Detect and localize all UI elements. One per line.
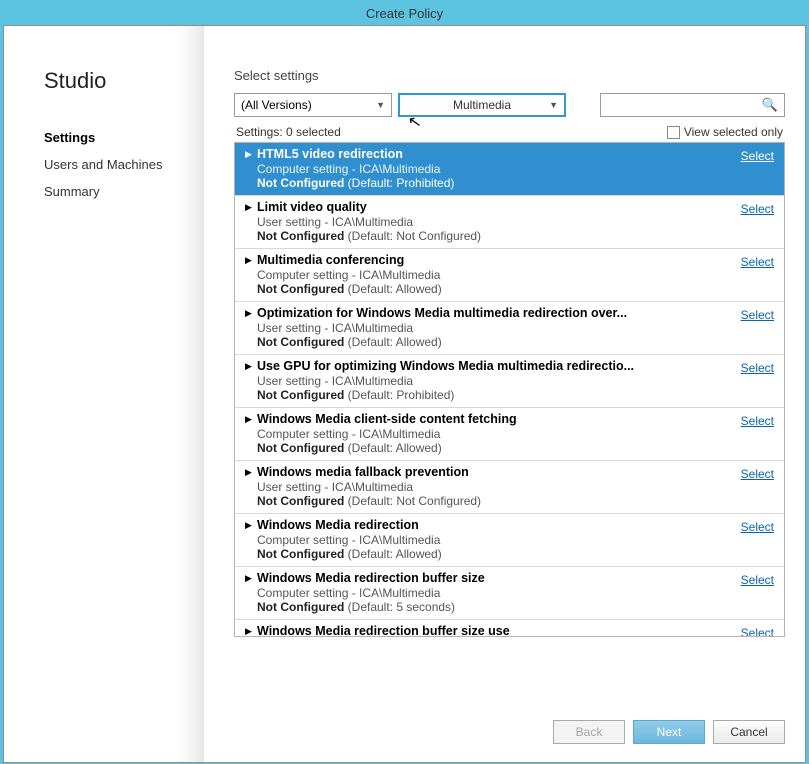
setting-scope: User setting - ICA\Multimedia bbox=[257, 215, 774, 229]
expand-arrow-icon[interactable]: ▶ bbox=[245, 414, 252, 425]
setting-title: Windows Media redirection buffer size bbox=[257, 571, 774, 585]
expand-arrow-icon[interactable]: ▶ bbox=[245, 467, 252, 478]
settings-count: Settings: 0 selected bbox=[236, 125, 341, 139]
section-title: Select settings bbox=[234, 68, 785, 83]
setting-row[interactable]: ▶ SelectHTML5 video redirectionComputer s… bbox=[235, 143, 784, 196]
select-link[interactable]: Select bbox=[741, 626, 774, 637]
setting-status: Not Configured (Default: Not Configured) bbox=[257, 229, 774, 243]
setting-title: Windows Media redirection bbox=[257, 518, 774, 532]
setting-scope: Computer setting - ICA\Multimedia bbox=[257, 586, 774, 600]
setting-row[interactable]: ▶ SelectWindows media fallback prevention… bbox=[235, 461, 784, 514]
select-link[interactable]: Select bbox=[741, 520, 774, 534]
view-selected-only-checkbox[interactable]: View selected only bbox=[667, 125, 783, 139]
setting-row[interactable]: ▶ SelectWindows Media redirection buffer … bbox=[235, 620, 784, 637]
setting-title: Windows media fallback prevention bbox=[257, 465, 774, 479]
chevron-down-icon: ▼ bbox=[376, 100, 385, 110]
select-link[interactable]: Select bbox=[741, 149, 774, 163]
wizard-sidebar: Studio SettingsUsers and MachinesSummary bbox=[4, 26, 204, 762]
setting-title: Windows Media client-side content fetchi… bbox=[257, 412, 774, 426]
search-icon[interactable]: 🔍 bbox=[762, 97, 778, 113]
version-dropdown[interactable]: (All Versions) ▼ bbox=[234, 93, 392, 117]
setting-status: Not Configured (Default: Not Configured) bbox=[257, 494, 774, 508]
checkbox-box-icon bbox=[667, 126, 680, 139]
setting-scope: Computer setting - ICA\Multimedia bbox=[257, 162, 774, 176]
select-link[interactable]: Select bbox=[741, 308, 774, 322]
setting-status: Not Configured (Default: Prohibited) bbox=[257, 176, 774, 190]
setting-status: Not Configured (Default: Allowed) bbox=[257, 441, 774, 455]
setting-status: Not Configured (Default: Allowed) bbox=[257, 547, 774, 561]
cancel-button[interactable]: Cancel bbox=[713, 720, 785, 744]
expand-arrow-icon[interactable]: ▶ bbox=[245, 361, 252, 372]
setting-row[interactable]: ▶ SelectUse GPU for optimizing Windows Me… bbox=[235, 355, 784, 408]
select-link[interactable]: Select bbox=[741, 573, 774, 587]
setting-title: Multimedia conferencing bbox=[257, 253, 774, 267]
expand-arrow-icon[interactable]: ▶ bbox=[245, 202, 252, 213]
select-link[interactable]: Select bbox=[741, 414, 774, 428]
setting-scope: Computer setting - ICA\Multimedia bbox=[257, 427, 774, 441]
sidebar-item-users-and-machines[interactable]: Users and Machines bbox=[44, 151, 204, 178]
setting-title: Limit video quality bbox=[257, 200, 774, 214]
setting-row[interactable]: ▶ SelectWindows Media client-side content… bbox=[235, 408, 784, 461]
setting-row[interactable]: ▶ SelectWindows Media redirectionComputer… bbox=[235, 514, 784, 567]
setting-row[interactable]: ▶ SelectWindows Media redirection buffer … bbox=[235, 567, 784, 620]
main-panel: ↖ Select settings (All Versions) ▼ Multi… bbox=[204, 26, 805, 762]
setting-scope: User setting - ICA\Multimedia bbox=[257, 374, 774, 388]
setting-scope: Computer setting - ICA\Multimedia bbox=[257, 533, 774, 547]
expand-arrow-icon[interactable]: ▶ bbox=[245, 626, 252, 637]
expand-arrow-icon[interactable]: ▶ bbox=[245, 308, 252, 319]
expand-arrow-icon[interactable]: ▶ bbox=[245, 573, 252, 584]
setting-scope: User setting - ICA\Multimedia bbox=[257, 321, 774, 335]
setting-status: Not Configured (Default: Allowed) bbox=[257, 335, 774, 349]
sidebar-item-summary[interactable]: Summary bbox=[44, 178, 204, 205]
version-dropdown-label: (All Versions) bbox=[241, 98, 312, 112]
setting-row[interactable]: ▶ SelectMultimedia conferencingComputer s… bbox=[235, 249, 784, 302]
view-selected-only-label: View selected only bbox=[684, 125, 783, 139]
setting-title: HTML5 video redirection bbox=[257, 147, 774, 161]
setting-title: Optimization for Windows Media multimedi… bbox=[257, 306, 774, 320]
setting-status: Not Configured (Default: Allowed) bbox=[257, 282, 774, 296]
category-dropdown-label: Multimedia bbox=[453, 98, 511, 112]
settings-list[interactable]: ▶SelectHTML5 video redirectionComputer s… bbox=[234, 142, 785, 637]
next-button[interactable]: Next bbox=[633, 720, 705, 744]
select-link[interactable]: Select bbox=[741, 202, 774, 216]
expand-arrow-icon[interactable]: ▶ bbox=[245, 149, 252, 160]
search-input-wrapper[interactable]: 🔍 bbox=[600, 93, 785, 117]
chevron-down-icon: ▼ bbox=[549, 100, 558, 110]
app-heading: Studio bbox=[44, 68, 204, 94]
setting-row[interactable]: ▶ SelectLimit video qualityUser setting -… bbox=[235, 196, 784, 249]
sidebar-item-settings[interactable]: Settings bbox=[44, 124, 204, 151]
search-input[interactable] bbox=[607, 98, 762, 112]
expand-arrow-icon[interactable]: ▶ bbox=[245, 520, 252, 531]
category-dropdown[interactable]: Multimedia ▼ bbox=[398, 93, 566, 117]
setting-title: Windows Media redirection buffer size us… bbox=[257, 624, 774, 637]
select-link[interactable]: Select bbox=[741, 255, 774, 269]
setting-status: Not Configured (Default: 5 seconds) bbox=[257, 600, 774, 614]
window-title: Create Policy bbox=[3, 3, 806, 25]
setting-scope: Computer setting - ICA\Multimedia bbox=[257, 268, 774, 282]
setting-status: Not Configured (Default: Prohibited) bbox=[257, 388, 774, 402]
select-link[interactable]: Select bbox=[741, 467, 774, 481]
select-link[interactable]: Select bbox=[741, 361, 774, 375]
expand-arrow-icon[interactable]: ▶ bbox=[245, 255, 252, 266]
back-button: Back bbox=[553, 720, 625, 744]
setting-row[interactable]: ▶ SelectOptimization for Windows Media mu… bbox=[235, 302, 784, 355]
setting-scope: User setting - ICA\Multimedia bbox=[257, 480, 774, 494]
setting-title: Use GPU for optimizing Windows Media mul… bbox=[257, 359, 774, 373]
